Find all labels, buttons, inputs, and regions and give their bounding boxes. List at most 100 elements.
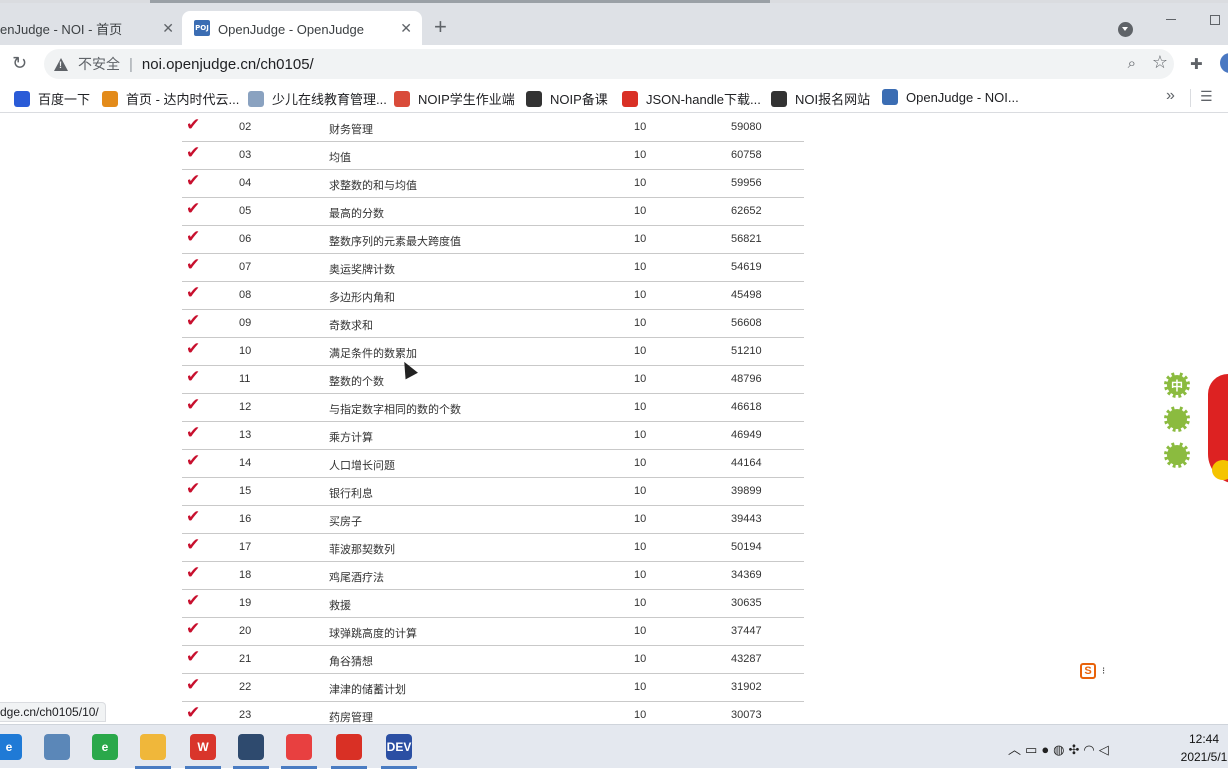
table-row: ✔ 20 球弹跳高度的计算 10 37447 [182,618,804,646]
problem-title-link[interactable]: 鸡尾酒疗法 [329,569,384,585]
bookmark-item[interactable]: NOIP备课 [526,89,608,108]
bookmarks-bar: » ☰ 百度一下 首页 - 达内时代云... 少儿在线教育管理... NOIP学生作业… [0,83,1228,113]
bookmark-item[interactable]: 少儿在线教育管理... [248,89,387,108]
problem-title-link[interactable]: 最高的分数 [329,205,384,221]
table-row: ✔ 02 财务管理 10 59080 [182,114,804,142]
warning-icon[interactable] [54,57,68,71]
accepted-count: 30635 [731,597,762,609]
accepted-count: 43287 [731,653,762,665]
minimize-button[interactable] [1166,19,1176,20]
problem-score: 10 [634,233,647,245]
problem-title-link[interactable]: 奥运奖牌计数 [329,261,395,277]
problem-number: 11 [239,373,251,385]
url-text[interactable]: noi.openjudge.cn/ch0105/ [142,56,314,73]
extensions-puzzle-icon[interactable]: ✚ [1190,55,1203,73]
system-tray[interactable]: ︿▭●◍✣◠◁ [1008,739,1113,758]
battery-icon[interactable]: ▭ [1025,742,1041,757]
wifi-icon[interactable]: ◠ [1083,742,1098,757]
solved-check-icon: ✔ [186,675,201,694]
ie-taskbar-icon[interactable]: e [92,734,118,760]
table-row: ✔ 19 救援 10 30635 [182,590,804,618]
classroom-taskbar-icon[interactable] [238,734,264,760]
problem-title-link[interactable]: 满足条件的数累加 [329,345,417,361]
tab-search-icon[interactable] [1118,22,1133,37]
qq-icon[interactable]: ◍ [1053,742,1068,757]
bookmark-item[interactable]: OpenJudge - NOI... [882,89,1019,105]
accepted-count: 54619 [731,261,762,273]
problem-title-link[interactable]: 均值 [329,149,351,165]
recorder-taskbar-icon[interactable] [286,734,312,760]
new-tab-button[interactable]: + [434,16,447,38]
problem-title-link[interactable]: 津津的储蓄计划 [329,681,406,697]
maximize-button[interactable] [1210,15,1220,25]
close-icon[interactable]: ✕ [162,20,174,37]
solved-check-icon: ✔ [186,479,201,498]
sogou-ime-icon[interactable]: S [1080,663,1096,679]
problem-number: 02 [239,121,252,133]
zoom-icon[interactable]: ⌕ [1128,55,1136,72]
problem-title-link[interactable]: 整数的个数 [329,373,384,389]
dev-cpp-taskbar-icon[interactable]: DEV [386,734,412,760]
microphone-icon[interactable]: ● [1041,742,1053,757]
problem-title-link[interactable]: 财务管理 [329,121,373,137]
problem-score: 10 [634,177,647,189]
screen-tool-taskbar-icon[interactable] [44,734,70,760]
file-explorer-taskbar-icon[interactable] [140,734,166,760]
problem-title-link[interactable]: 整数序列的元素最大跨度值 [329,233,461,249]
problem-title-link[interactable]: 救援 [329,597,351,613]
bookmark-star-icon[interactable]: ☆ [1152,52,1168,73]
ime-menu-icon[interactable]: ⁝ [1102,666,1105,677]
chevron-up-icon[interactable]: ︿ [1008,742,1025,757]
accepted-count: 45498 [731,289,762,301]
problem-title-link[interactable]: 买房子 [329,513,362,529]
problem-title-link[interactable]: 球弹跳高度的计算 [329,625,417,641]
close-icon[interactable]: ✕ [400,20,412,37]
table-row: ✔ 09 奇数求和 10 56608 [182,310,804,338]
solved-check-icon: ✔ [186,507,201,526]
problem-score: 10 [634,261,647,273]
problem-number: 05 [239,205,252,217]
problem-number: 14 [239,457,252,469]
ime-toolbar[interactable]: S ⁝ [1070,660,1118,682]
problem-number: 13 [239,429,252,441]
problem-score: 10 [634,121,647,133]
chrome-taskbar-icon[interactable] [336,734,362,760]
profile-avatar[interactable] [1220,53,1228,73]
problem-title-link[interactable]: 与指定数字相同的数的个数 [329,401,461,417]
pinwheel-icon[interactable]: ✣ [1069,742,1084,757]
bookmark-item[interactable]: NOI报名网站 [771,89,870,108]
tab-openjudge[interactable]: POJ OpenJudge - OpenJudge - 题目 ✕ [182,11,422,45]
problem-title-link[interactable]: 多边形内角和 [329,289,395,305]
bookmark-item[interactable]: JSON-handle下载... [622,89,761,108]
solved-check-icon: ✔ [186,339,201,358]
table-row: ✔ 11 整数的个数 10 48796 [182,366,804,394]
solved-check-icon: ✔ [186,423,201,442]
edge-taskbar-icon[interactable]: e [0,734,22,760]
reading-list-icon[interactable]: ☰ [1200,88,1213,105]
problem-title-link[interactable]: 菲波那契数列 [329,541,395,557]
more-bookmarks-icon[interactable]: » [1166,87,1175,105]
problem-title-link[interactable]: 求整数的和与均值 [329,177,417,193]
tab-noi-home[interactable]: enJudge - NOI - 首页 ✕ [0,11,180,45]
volume-icon[interactable]: ◁ [1099,742,1113,757]
problem-title-link[interactable]: 角谷猜想 [329,653,373,669]
accepted-count: 48796 [731,373,762,385]
bookmark-item[interactable]: 首页 - 达内时代云... [102,89,239,108]
bookmark-item[interactable]: 百度一下 [14,89,90,108]
bookmark-item[interactable]: NOIP学生作业端 [394,89,515,108]
problem-title-link[interactable]: 药房管理 [329,709,373,724]
bookmark-label: NOIP备课 [550,92,608,107]
system-clock[interactable]: 12:44 2021/5/1 [1180,730,1228,766]
wps-taskbar-icon[interactable]: W [190,734,216,760]
security-label[interactable]: 不安全 [78,54,120,74]
problem-title-link[interactable]: 奇数求和 [329,317,373,333]
problem-title-link[interactable]: 人口增长问题 [329,457,395,473]
reload-icon[interactable]: ↻ [12,53,27,73]
problem-title-link[interactable]: 银行利息 [329,485,373,501]
table-row: ✔ 06 整数序列的元素最大跨度值 10 56821 [182,226,804,254]
problem-score: 10 [634,625,647,637]
address-bar[interactable]: 不安全 | noi.openjudge.cn/ch0105/ ⌕ ☆ [44,49,1174,79]
problem-title-link[interactable]: 乘方计算 [329,429,373,445]
problem-score: 10 [634,457,647,469]
solved-check-icon: ✔ [186,563,201,582]
